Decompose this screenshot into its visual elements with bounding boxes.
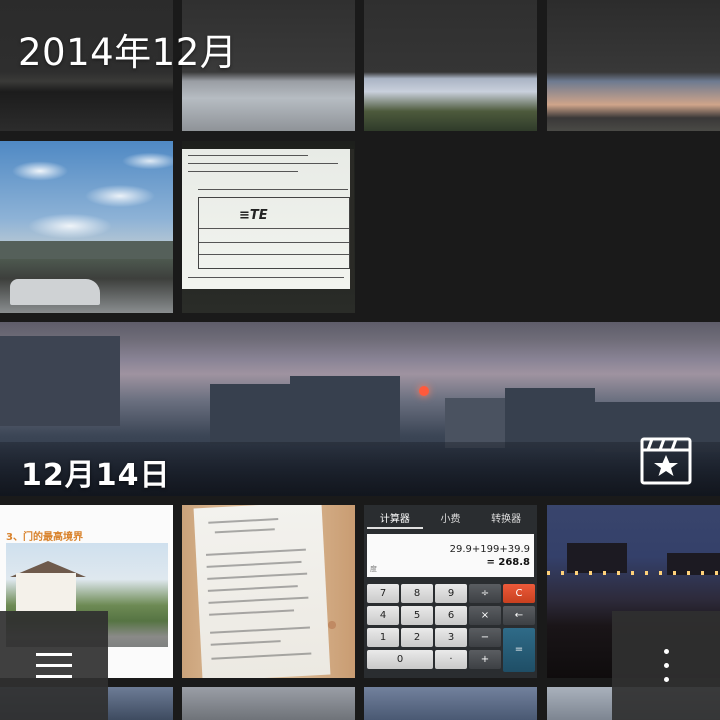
receipt-line bbox=[208, 596, 309, 604]
receipt-line bbox=[209, 609, 295, 616]
street-lights bbox=[547, 571, 720, 575]
doc-table-rule bbox=[199, 228, 349, 229]
day-date-label: 12月14日 bbox=[21, 458, 171, 493]
building bbox=[0, 336, 120, 426]
clapperboard-star-icon[interactable] bbox=[640, 435, 692, 487]
doc-table-rule bbox=[199, 242, 349, 243]
photo-thumbnail[interactable] bbox=[182, 687, 355, 720]
receipt-line bbox=[207, 572, 308, 580]
calc-expression: 29.9+199+39.9 bbox=[449, 544, 530, 555]
calc-key: 8 bbox=[401, 584, 433, 603]
doc-text-line bbox=[188, 163, 338, 164]
calc-key: 1 bbox=[367, 628, 399, 647]
calc-key: · bbox=[435, 650, 467, 669]
calc-key: 5 bbox=[401, 606, 433, 625]
calc-result: = 268.8 bbox=[486, 557, 531, 568]
receipt-line bbox=[211, 652, 312, 660]
calc-mode-label: 度 bbox=[370, 565, 377, 573]
calc-key-backspace: ← bbox=[503, 606, 535, 625]
calc-tab-converter: 转换器 bbox=[491, 514, 522, 525]
building bbox=[210, 384, 290, 444]
document-screen: ≡TE bbox=[182, 149, 354, 289]
month-heading: 2014年12月 bbox=[18, 31, 238, 74]
receipt-line bbox=[208, 518, 279, 524]
calc-key-op: ÷ bbox=[469, 584, 501, 603]
calc-key: 6 bbox=[435, 606, 467, 625]
receipt-paper bbox=[193, 505, 331, 678]
calc-key: 2 bbox=[401, 628, 433, 647]
building bbox=[505, 388, 595, 448]
building bbox=[445, 398, 505, 448]
receipt-line bbox=[210, 640, 281, 646]
house bbox=[16, 573, 76, 611]
receipt-line bbox=[207, 585, 298, 592]
article-title: 3、门的最高境界 bbox=[6, 532, 83, 543]
calc-page-indicator bbox=[444, 673, 459, 678]
photo-thumbnail[interactable] bbox=[364, 687, 537, 720]
sunset-sun bbox=[419, 386, 429, 396]
doc-text-line bbox=[198, 189, 348, 190]
te-logo: ≡TE bbox=[239, 208, 268, 223]
calc-tab-tip: 小费 bbox=[440, 514, 461, 525]
doc-table-rule bbox=[199, 254, 349, 255]
doc-table: ≡TE bbox=[198, 197, 350, 269]
receipt-line bbox=[205, 548, 306, 556]
doc-text-line bbox=[188, 171, 298, 172]
calc-key-equals: = bbox=[503, 628, 535, 672]
receipt-line bbox=[210, 626, 311, 634]
day-cover-photo[interactable]: 12月14日 bbox=[0, 322, 720, 496]
photo-thumbnail-car-street[interactable] bbox=[364, 0, 537, 131]
building-silhouette bbox=[567, 543, 627, 573]
receipt-line bbox=[206, 560, 302, 568]
calculator-display: 29.9+199+39.9 = 268.8 度 bbox=[367, 534, 534, 577]
more-options-button[interactable] bbox=[612, 611, 720, 720]
calc-key: 3 bbox=[435, 628, 467, 647]
calc-tab-calculator: 计算器 bbox=[367, 511, 423, 529]
doc-text-line bbox=[188, 155, 308, 156]
photo-thumbnail-calculator[interactable]: 计算器 小费 转换器 29.9+199+39.9 = 268.8 度 7 8 9… bbox=[364, 505, 537, 678]
building bbox=[290, 376, 400, 446]
calc-key-op: × bbox=[469, 606, 501, 625]
receipt-line bbox=[214, 528, 275, 534]
photo-trees bbox=[0, 241, 173, 259]
photo-thumbnail-dusk-buildings[interactable] bbox=[547, 0, 720, 131]
calc-key: 7 bbox=[367, 584, 399, 603]
calc-key-op: − bbox=[469, 628, 501, 647]
doc-text-line bbox=[188, 277, 344, 278]
photo-car bbox=[10, 279, 100, 305]
calc-key: 4 bbox=[367, 606, 399, 625]
menu-button[interactable] bbox=[0, 611, 108, 720]
calc-key-clear: C bbox=[503, 584, 535, 603]
calc-key-op: + bbox=[469, 650, 501, 669]
calculator-tab-bar: 计算器 小费 转换器 bbox=[367, 511, 534, 529]
photo-thumbnail-receipt[interactable] bbox=[182, 505, 355, 678]
photo-thumbnail-cloudy-sky[interactable] bbox=[0, 141, 173, 313]
calc-key: 9 bbox=[435, 584, 467, 603]
photo-thumbnail-document-screen[interactable]: ≡TE bbox=[182, 141, 355, 313]
calc-key: 0 bbox=[367, 650, 433, 669]
